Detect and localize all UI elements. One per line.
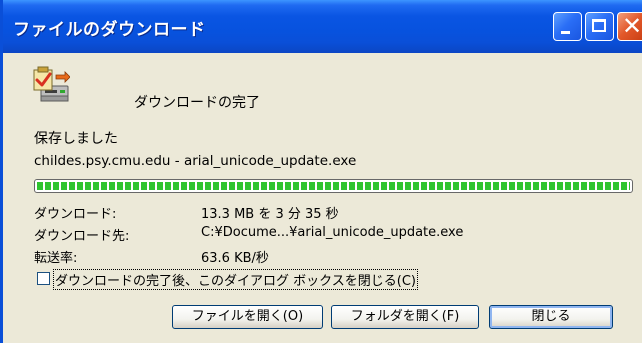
- progress-bar-fill: [37, 182, 630, 190]
- download-source: childes.psy.cmu.edu - arial_unicode_upda…: [34, 153, 357, 169]
- maximize-button[interactable]: [585, 12, 614, 41]
- open-file-button[interactable]: ファイルを開く(O): [172, 305, 323, 329]
- window-title: ファイルのダウンロード: [13, 20, 206, 40]
- download-status: ダウンロードの完了: [134, 95, 260, 111]
- title-bar[interactable]: ファイルのダウンロード ✕: [3, 0, 642, 53]
- destination-label: ダウンロード先:: [34, 229, 130, 244]
- close-on-complete-label[interactable]: ダウンロードの完了後、このダイアログ ボックスを閉じる(C): [53, 269, 418, 290]
- download-dialog-window: ファイルのダウンロード ✕ ダウンロードの完了 保存しました childes.p…: [0, 0, 642, 343]
- transfer-rate-value: 63.6 KB/秒: [201, 251, 269, 266]
- close-button[interactable]: 閉じる: [489, 305, 613, 329]
- progress-bar: [34, 179, 633, 193]
- open-folder-button[interactable]: フォルダを開く(F): [331, 305, 479, 329]
- destination-value: C:¥Docume...¥arial_unicode_update.exe: [201, 225, 464, 240]
- transfer-rate-label: 転送率:: [34, 251, 78, 266]
- download-complete-icon: [33, 66, 70, 102]
- close-on-complete-checkbox[interactable]: [37, 272, 50, 285]
- minimize-icon: [561, 31, 570, 34]
- close-icon: ✕: [622, 12, 642, 40]
- saved-message: 保存しました: [34, 131, 118, 147]
- downloaded-label: ダウンロード:: [34, 207, 117, 222]
- maximize-icon: [592, 19, 606, 32]
- close-window-button[interactable]: ✕: [617, 12, 642, 41]
- minimize-button[interactable]: [553, 12, 582, 41]
- downloaded-value: 13.3 MB を 3 分 35 秒: [201, 207, 339, 222]
